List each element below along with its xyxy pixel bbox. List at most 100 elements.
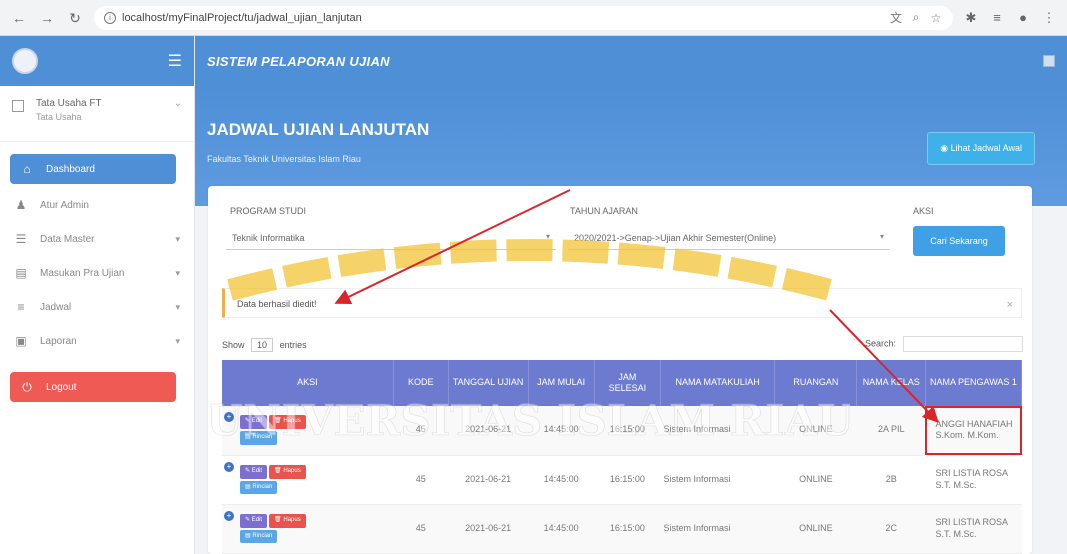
program-studi-select[interactable]: Teknik Informatika ▾: [226, 226, 556, 250]
user-name: Tata Usaha FT: [36, 98, 102, 109]
cell-matakuliah: Sistem Informasi: [660, 504, 775, 554]
reload-icon[interactable]: ↻: [66, 9, 84, 27]
logout-button[interactable]: ⏻ Logout: [10, 372, 176, 402]
home-icon: ⌂: [23, 162, 31, 176]
column-header-jam-mulai[interactable]: JAM MULAI: [528, 360, 595, 406]
success-alert: Data berhasil diedit! ×: [222, 288, 1022, 318]
tahun-ajaran-select[interactable]: 2020/2021->Genap->Ujian Akhir Semester(O…: [568, 226, 890, 250]
column-header-kode[interactable]: KODE: [393, 360, 449, 406]
info-icon[interactable]: i: [104, 11, 116, 24]
jadwal-table: AKSI KODE TANGGAL UJIAN JAM MULAI JAM SE…: [222, 360, 1023, 554]
table-header-row: AKSI KODE TANGGAL UJIAN JAM MULAI JAM SE…: [222, 360, 1023, 406]
report-icon: ▣: [15, 334, 27, 348]
expand-row-icon[interactable]: +: [224, 510, 234, 521]
user-caret-icon[interactable]: ⌄: [174, 98, 182, 129]
translate-icon[interactable]: 文: [889, 9, 903, 26]
user-panel[interactable]: Tata Usaha FT Tata Usaha ⌄: [0, 86, 194, 142]
rincian-button[interactable]: ▤ Rincian: [240, 480, 278, 495]
search-input[interactable]: [902, 336, 1023, 352]
cell-ruangan: ONLINE: [774, 406, 857, 456]
hapus-button[interactable]: 🗑 Hapus: [269, 464, 306, 479]
edit-button[interactable]: ✎ Edit: [240, 464, 268, 479]
cell-jam-selesai: 16:15:00: [594, 504, 661, 554]
power-icon: ⏻: [22, 379, 32, 394]
sidebar-menu: ⌂ Dashboard ♟ Atur Admin ☰ Data Master ▾…: [0, 142, 194, 414]
edit-button[interactable]: ✎ Edit: [240, 415, 268, 430]
page-title: JADWAL UJIAN LANJUTAN: [207, 120, 430, 139]
edit-button[interactable]: ✎ Edit: [240, 513, 268, 528]
sidebar-item-label: Jadwal: [40, 301, 72, 313]
sidebar-item-laporan[interactable]: ▣ Laporan ▾: [0, 324, 194, 358]
back-icon[interactable]: ←: [10, 9, 28, 27]
sidebar-item-pra-ujian[interactable]: ▤ Masukan Pra Ujian ▾: [0, 256, 194, 290]
chevron-down-icon: ▾: [175, 233, 180, 244]
cell-matakuliah: Sistem Informasi: [660, 406, 775, 456]
forward-icon[interactable]: →: [38, 9, 56, 27]
column-header-pengawas[interactable]: NAMA PENGAWAS 1: [925, 360, 1023, 406]
column-header-kelas[interactable]: NAMA KELAS: [856, 360, 926, 406]
cari-sekarang-button[interactable]: Cari Sekarang: [913, 226, 1005, 256]
chevron-down-icon: ▾: [545, 232, 550, 241]
chevron-down-icon: ▾: [879, 232, 884, 241]
aksi-label: AKSI: [913, 206, 934, 216]
sidebar-item-dashboard[interactable]: ⌂ Dashboard: [10, 154, 176, 184]
cell-pengawas: SRI LISTIA ROSA S.T. M.Sc.: [925, 504, 1022, 554]
column-header-aksi[interactable]: AKSI: [222, 360, 394, 406]
edit-label: Edit: [251, 516, 263, 523]
table-search: Search:: [865, 336, 1023, 352]
cell-tanggal: 2021-06-21: [448, 504, 529, 554]
sidebar-item-jadwal[interactable]: ≡ Jadwal ▾: [0, 290, 194, 324]
address-url[interactable]: localhost/myFinalProject/tu/jadwal_ujian…: [122, 12, 362, 24]
hapus-button[interactable]: 🗑 Hapus: [269, 415, 306, 430]
bookmark-star-icon[interactable]: ☆: [929, 11, 943, 25]
reading-list-icon[interactable]: ≡: [989, 10, 1005, 26]
cell-pengawas-highlighted: ANGGI HANAFIAH S.Kom. M.Kom.: [925, 406, 1022, 456]
sidebar-item-atur-admin[interactable]: ♟ Atur Admin: [0, 188, 194, 222]
cell-ruangan: ONLINE: [774, 504, 857, 554]
close-icon[interactable]: ×: [1007, 299, 1013, 311]
trash-icon: 🗑: [274, 467, 284, 474]
app-title: SISTEM PELAPORAN UJIAN: [207, 53, 390, 69]
cell-pengawas: SRI LISTIA ROSA S.T. M.Sc.: [925, 455, 1022, 505]
entries-label: entries: [279, 340, 307, 350]
row-actions: + ✎ Edit 🗑 Hapus ▤ Rincian: [222, 455, 394, 505]
row-actions: + ✎ Edit 🗑 Hapus ▤ Rincian: [222, 504, 394, 554]
address-bar[interactable]: i localhost/myFinalProject/tu/jadwal_uji…: [94, 5, 953, 30]
browser-toolbar: ← → ↻ i localhost/myFinalProject/tu/jadw…: [0, 0, 1067, 36]
cell-jam-mulai: 14:45:00: [528, 455, 595, 505]
sidebar-item-data-master[interactable]: ☰ Data Master ▾: [0, 222, 194, 256]
edit-label: Edit: [251, 467, 263, 474]
extension-puzzle-icon[interactable]: ✱: [963, 10, 979, 26]
hapus-label: Hapus: [283, 418, 301, 425]
cell-kelas: 2B: [856, 455, 926, 505]
sidebar-item-label: Laporan: [40, 335, 77, 347]
expand-row-icon[interactable]: +: [224, 412, 234, 422]
expand-row-icon[interactable]: +: [224, 461, 234, 472]
list-icon: ≡: [17, 300, 25, 314]
column-header-tanggal[interactable]: TANGGAL UJIAN: [448, 360, 529, 406]
column-header-ruangan[interactable]: RUANGAN: [774, 360, 858, 406]
entries-control: Show 10 entries: [222, 338, 307, 352]
trash-icon: 🗑: [274, 516, 284, 523]
entries-select[interactable]: 10: [251, 338, 274, 352]
cell-jam-selesai: 16:15:00: [594, 406, 661, 456]
user-role: Tata Usaha: [36, 112, 82, 122]
edit-label: Edit: [251, 418, 263, 425]
column-header-matakuliah[interactable]: NAMA MATAKULIAH: [660, 360, 776, 406]
sidebar-item-label: Atur Admin: [40, 199, 89, 211]
hapus-button[interactable]: 🗑 Hapus: [269, 513, 306, 528]
lihat-jadwal-awal-button[interactable]: ◉ Lihat Jadwal Awal: [927, 132, 1035, 165]
rincian-button[interactable]: ▤ Rincian: [240, 431, 278, 446]
zoom-icon[interactable]: ⌕: [909, 10, 923, 25]
search-label: Search:: [865, 338, 897, 349]
page-subtitle: Fakultas Teknik Universitas Islam Riau: [207, 154, 361, 164]
rincian-button[interactable]: ▤ Rincian: [240, 529, 278, 544]
menu-toggle-icon[interactable]: ☰: [168, 51, 182, 71]
eye-icon: ◉: [940, 143, 951, 153]
profile-icon[interactable]: ●: [1015, 10, 1031, 26]
cell-kode: 45: [393, 455, 449, 505]
column-header-jam-selesai[interactable]: JAM SELESAI: [594, 360, 662, 406]
cell-tanggal: 2021-06-21: [448, 406, 529, 456]
user-icon: ♟: [15, 198, 27, 212]
browser-menu-icon[interactable]: ⋮: [1041, 10, 1057, 26]
